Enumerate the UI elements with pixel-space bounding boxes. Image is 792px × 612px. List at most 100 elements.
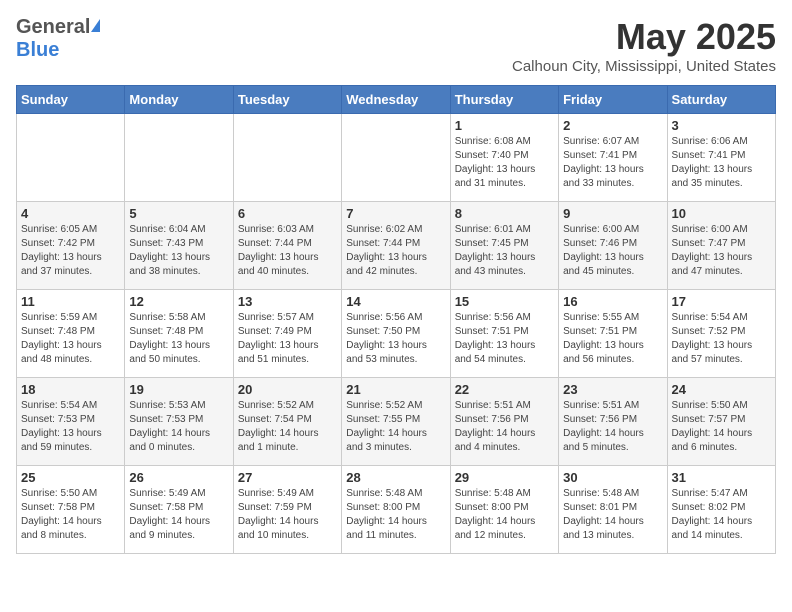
day-number: 19 (129, 382, 228, 397)
day-number: 10 (672, 206, 771, 221)
day-info: Sunrise: 5:55 AM Sunset: 7:51 PM Dayligh… (563, 311, 662, 367)
calendar-cell: 9 Sunrise: 6:00 AM Sunset: 7:46 PM Daylig… (559, 202, 667, 290)
day-number: 8 (455, 206, 554, 221)
location-title: Calhoun City, Mississippi, United States (512, 58, 776, 75)
day-number: 14 (346, 294, 445, 309)
day-number: 6 (238, 206, 337, 221)
day-info: Sunrise: 6:06 AM Sunset: 7:41 PM Dayligh… (672, 135, 771, 191)
day-number: 16 (563, 294, 662, 309)
calendar-cell: 11 Sunrise: 5:59 AM Sunset: 7:48 PM Dayli… (17, 290, 125, 378)
calendar-cell: 4 Sunrise: 6:05 AM Sunset: 7:42 PM Daylig… (17, 202, 125, 290)
calendar-cell: 28 Sunrise: 5:48 AM Sunset: 8:00 PM Dayli… (342, 466, 450, 554)
day-number: 26 (129, 470, 228, 485)
calendar-cell: 1 Sunrise: 6:08 AM Sunset: 7:40 PM Daylig… (450, 114, 558, 202)
page-header: General Blue May 2025 Calhoun City, Miss… (16, 16, 776, 75)
calendar-cell: 27Sunrise: 5:49 AM Sunset: 7:59 PM Dayli… (233, 466, 341, 554)
calendar-week-row: 11 Sunrise: 5:59 AM Sunset: 7:48 PM Dayli… (17, 290, 776, 378)
calendar-cell: 5 Sunrise: 6:04 AM Sunset: 7:43 PM Daylig… (125, 202, 233, 290)
calendar-cell: 8 Sunrise: 6:01 AM Sunset: 7:45 PM Daylig… (450, 202, 558, 290)
logo: General Blue (16, 16, 100, 62)
calendar-cell: 14 Sunrise: 5:56 AM Sunset: 7:50 PM Dayli… (342, 290, 450, 378)
calendar-cell: 7Sunrise: 6:02 AM Sunset: 7:44 PM Daylig… (342, 202, 450, 290)
day-number: 5 (129, 206, 228, 221)
day-number: 4 (21, 206, 120, 221)
day-info: Sunrise: 6:00 AM Sunset: 7:47 PM Dayligh… (672, 223, 771, 279)
calendar-cell (233, 114, 341, 202)
day-info: Sunrise: 6:04 AM Sunset: 7:43 PM Dayligh… (129, 223, 228, 279)
day-info: Sunrise: 6:01 AM Sunset: 7:45 PM Dayligh… (455, 223, 554, 279)
day-number: 3 (672, 118, 771, 133)
day-info: Sunrise: 5:54 AM Sunset: 7:52 PM Dayligh… (672, 311, 771, 367)
calendar-cell: 29Sunrise: 5:48 AM Sunset: 8:00 PM Dayli… (450, 466, 558, 554)
day-info: Sunrise: 5:51 AM Sunset: 7:56 PM Dayligh… (455, 399, 554, 455)
calendar-cell: 13 Sunrise: 5:57 AM Sunset: 7:49 PM Dayli… (233, 290, 341, 378)
day-info: Sunrise: 5:48 AM Sunset: 8:00 PM Dayligh… (346, 487, 445, 543)
day-info: Sunrise: 5:49 AM Sunset: 7:58 PM Dayligh… (129, 487, 228, 543)
day-number: 9 (563, 206, 662, 221)
day-number: 22 (455, 382, 554, 397)
day-number: 1 (455, 118, 554, 133)
calendar-table: SundayMondayTuesdayWednesdayThursdayFrid… (16, 85, 776, 554)
day-number: 21 (346, 382, 445, 397)
day-info: Sunrise: 5:51 AM Sunset: 7:56 PM Dayligh… (563, 399, 662, 455)
calendar-cell: 18 Sunrise: 5:54 AM Sunset: 7:53 PM Dayli… (17, 378, 125, 466)
calendar-cell: 20 Sunrise: 5:52 AM Sunset: 7:54 PM Dayli… (233, 378, 341, 466)
calendar-week-row: 18 Sunrise: 5:54 AM Sunset: 7:53 PM Dayli… (17, 378, 776, 466)
calendar-cell: 23 Sunrise: 5:51 AM Sunset: 7:56 PM Dayli… (559, 378, 667, 466)
day-header-sunday: Sunday (17, 86, 125, 114)
day-info: Sunrise: 5:57 AM Sunset: 7:49 PM Dayligh… (238, 311, 337, 367)
day-info: Sunrise: 6:00 AM Sunset: 7:46 PM Dayligh… (563, 223, 662, 279)
day-number: 12 (129, 294, 228, 309)
day-info: Sunrise: 5:53 AM Sunset: 7:53 PM Dayligh… (129, 399, 228, 455)
calendar-week-row: 25Sunrise: 5:50 AM Sunset: 7:58 PM Dayli… (17, 466, 776, 554)
day-info: Sunrise: 5:59 AM Sunset: 7:48 PM Dayligh… (21, 311, 120, 367)
calendar-cell: 16 Sunrise: 5:55 AM Sunset: 7:51 PM Dayli… (559, 290, 667, 378)
calendar-cell: 24Sunrise: 5:50 AM Sunset: 7:57 PM Dayli… (667, 378, 775, 466)
calendar-cell: 26 Sunrise: 5:49 AM Sunset: 7:58 PM Dayli… (125, 466, 233, 554)
calendar-cell: 6 Sunrise: 6:03 AM Sunset: 7:44 PM Daylig… (233, 202, 341, 290)
calendar-cell: 19 Sunrise: 5:53 AM Sunset: 7:53 PM Dayli… (125, 378, 233, 466)
calendar-cell: 10 Sunrise: 6:00 AM Sunset: 7:47 PM Dayli… (667, 202, 775, 290)
day-info: Sunrise: 5:56 AM Sunset: 7:50 PM Dayligh… (346, 311, 445, 367)
logo-blue: Blue (16, 39, 59, 61)
day-number: 30 (563, 470, 662, 485)
day-number: 23 (563, 382, 662, 397)
calendar-cell (17, 114, 125, 202)
day-info: Sunrise: 5:50 AM Sunset: 7:57 PM Dayligh… (672, 399, 771, 455)
day-header-wednesday: Wednesday (342, 86, 450, 114)
day-number: 18 (21, 382, 120, 397)
day-number: 13 (238, 294, 337, 309)
day-info: Sunrise: 6:03 AM Sunset: 7:44 PM Dayligh… (238, 223, 337, 279)
calendar-week-row: 4 Sunrise: 6:05 AM Sunset: 7:42 PM Daylig… (17, 202, 776, 290)
calendar-cell (125, 114, 233, 202)
day-info: Sunrise: 6:07 AM Sunset: 7:41 PM Dayligh… (563, 135, 662, 191)
day-info: Sunrise: 5:48 AM Sunset: 8:00 PM Dayligh… (455, 487, 554, 543)
calendar-cell: 3 Sunrise: 6:06 AM Sunset: 7:41 PM Daylig… (667, 114, 775, 202)
calendar-cell: 25Sunrise: 5:50 AM Sunset: 7:58 PM Dayli… (17, 466, 125, 554)
calendar-cell: 21Sunrise: 5:52 AM Sunset: 7:55 PM Dayli… (342, 378, 450, 466)
calendar-cell: 2Sunrise: 6:07 AM Sunset: 7:41 PM Daylig… (559, 114, 667, 202)
day-header-friday: Friday (559, 86, 667, 114)
day-number: 27 (238, 470, 337, 485)
day-info: Sunrise: 5:54 AM Sunset: 7:53 PM Dayligh… (21, 399, 120, 455)
calendar-cell: 30Sunrise: 5:48 AM Sunset: 8:01 PM Dayli… (559, 466, 667, 554)
calendar-week-row: 1 Sunrise: 6:08 AM Sunset: 7:40 PM Daylig… (17, 114, 776, 202)
day-info: Sunrise: 5:47 AM Sunset: 8:02 PM Dayligh… (672, 487, 771, 543)
day-number: 15 (455, 294, 554, 309)
day-number: 11 (21, 294, 120, 309)
month-title: May 2025 (512, 16, 776, 58)
title-section: May 2025 Calhoun City, Mississippi, Unit… (512, 16, 776, 75)
day-info: Sunrise: 5:52 AM Sunset: 7:54 PM Dayligh… (238, 399, 337, 455)
logo-triangle-icon (91, 19, 100, 32)
day-number: 20 (238, 382, 337, 397)
day-number: 7 (346, 206, 445, 221)
day-number: 25 (21, 470, 120, 485)
day-info: Sunrise: 6:05 AM Sunset: 7:42 PM Dayligh… (21, 223, 120, 279)
day-header-thursday: Thursday (450, 86, 558, 114)
day-header-monday: Monday (125, 86, 233, 114)
calendar-cell: 22 Sunrise: 5:51 AM Sunset: 7:56 PM Dayli… (450, 378, 558, 466)
day-info: Sunrise: 6:08 AM Sunset: 7:40 PM Dayligh… (455, 135, 554, 191)
calendar-cell: 17Sunrise: 5:54 AM Sunset: 7:52 PM Dayli… (667, 290, 775, 378)
day-number: 28 (346, 470, 445, 485)
day-number: 31 (672, 470, 771, 485)
